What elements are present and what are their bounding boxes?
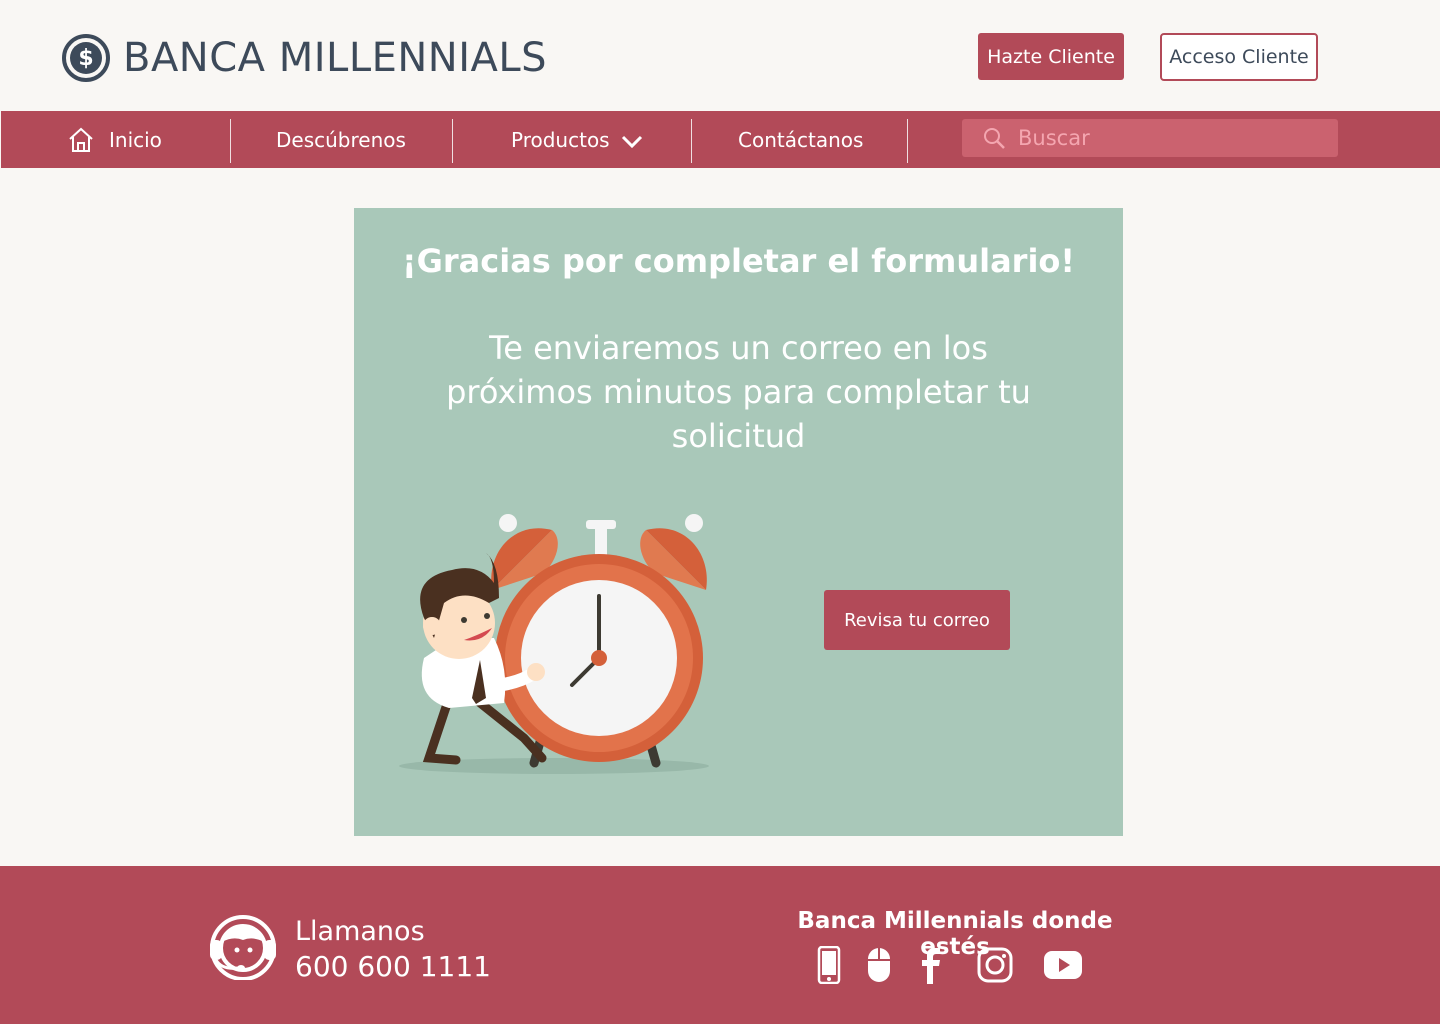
confirmation-card: ¡Gracias por completar el formulario! Te… [354, 208, 1123, 836]
nav-item-inicio[interactable]: Inicio [67, 111, 162, 168]
signup-button[interactable]: Hazte Cliente [978, 33, 1124, 80]
facebook-icon[interactable] [918, 946, 942, 984]
search-icon [984, 128, 1005, 149]
login-button[interactable]: Acceso Cliente [1160, 33, 1318, 81]
main-nav: Inicio Descúbrenos Productos Contáctanos [1, 111, 1440, 168]
confirmation-title: ¡Gracias por completar el formulario! [402, 242, 1075, 280]
confirmation-message: Te enviaremos un correo en los próximos … [446, 329, 1031, 455]
search-box[interactable] [962, 119, 1338, 157]
call-number[interactable]: 600 600 1111 [295, 950, 491, 983]
youtube-icon[interactable] [1043, 946, 1083, 984]
instagram-icon[interactable] [977, 946, 1013, 984]
check-email-button[interactable]: Revisa tu correo [824, 590, 1010, 650]
svg-text:$: $ [78, 46, 93, 71]
brand-logo[interactable]: $ BANCA MILLENNIALS [61, 33, 547, 83]
mouse-icon[interactable] [866, 946, 892, 984]
man-with-alarm-clock-illustration [399, 514, 709, 774]
nav-item-label: Inicio [109, 127, 162, 152]
chevron-down-icon [621, 135, 642, 148]
nav-divider [691, 119, 692, 163]
nav-item-descubrenos[interactable]: Descúbrenos [276, 111, 406, 168]
nav-divider [230, 119, 231, 163]
home-icon [69, 127, 93, 152]
nav-divider [452, 119, 453, 163]
mobile-phone-icon[interactable] [817, 946, 841, 984]
nav-divider [907, 119, 908, 163]
nav-item-label: Descúbrenos [276, 127, 406, 152]
nav-item-label: Contáctanos [738, 127, 864, 152]
nav-item-label: Productos [511, 127, 610, 152]
search-input[interactable] [1018, 126, 1318, 150]
support-agent-icon [210, 915, 276, 980]
footer: Llamanos 600 600 1111 Banca Millennials … [0, 866, 1440, 1024]
dollar-coin-icon: $ [62, 34, 110, 82]
nav-item-contactanos[interactable]: Contáctanos [738, 111, 863, 168]
brand-name: BANCA MILLENNIALS [123, 35, 548, 81]
call-label: Llamanos [295, 916, 425, 947]
nav-item-productos[interactable]: Productos [511, 111, 644, 168]
header: $ BANCA MILLENNIALS Hazte Cliente Acceso… [0, 0, 1440, 111]
